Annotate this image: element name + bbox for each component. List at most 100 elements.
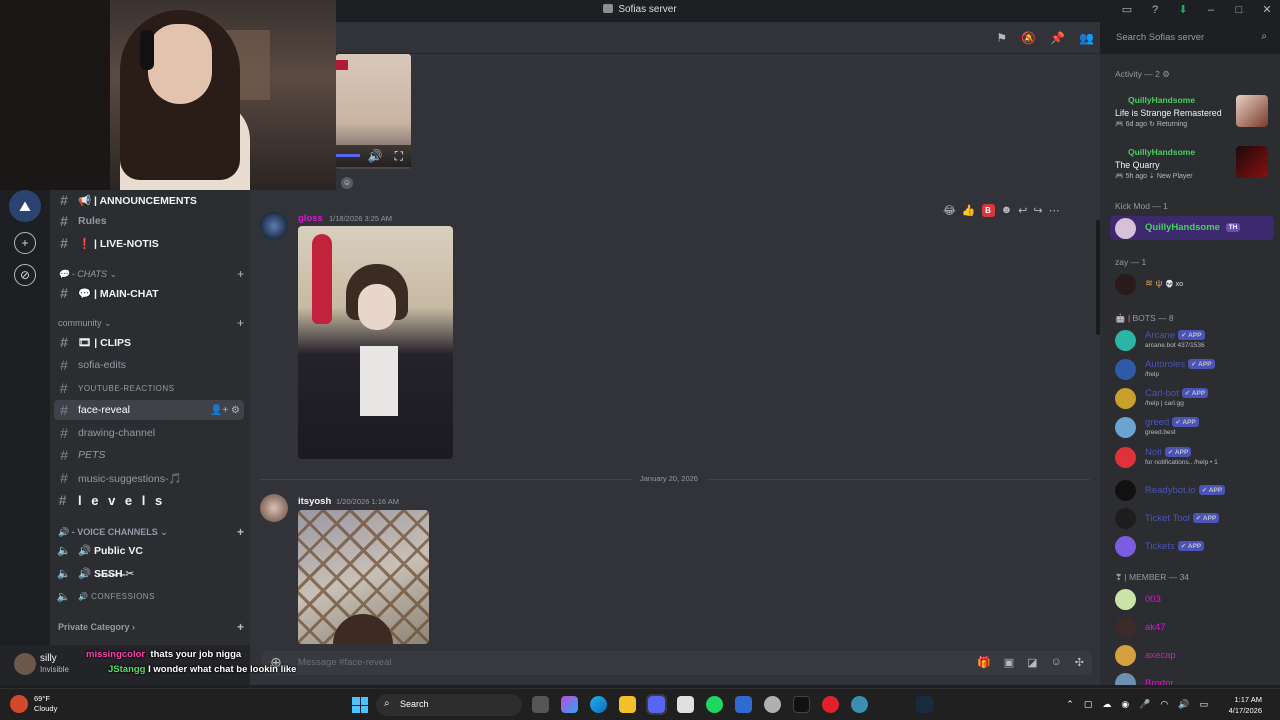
inbox-icon[interactable]: ▭ — [1120, 3, 1134, 17]
add-channel-icon[interactable]: + — [237, 316, 244, 330]
add-reaction-icon[interactable]: ☺ — [341, 177, 353, 189]
more-icon[interactable]: ⋯ — [1049, 204, 1060, 217]
avatar[interactable] — [260, 212, 288, 240]
tiktok-icon[interactable] — [793, 696, 810, 713]
tray-app-icon[interactable]: ◉ — [1121, 699, 1129, 710]
bot-row[interactable]: Tickets ✔ APP — [1115, 535, 1275, 559]
video-progress[interactable] — [336, 154, 360, 157]
activity-user[interactable]: QuillyHandsome — [1128, 95, 1195, 105]
tray-app-icon[interactable]: ☁ — [1102, 699, 1111, 710]
edge-icon[interactable] — [590, 696, 607, 713]
bot-row[interactable]: greed ✔ APP greed.best — [1115, 416, 1275, 440]
category-chats[interactable]: 💬 - CHATS ⌄ + — [58, 267, 244, 281]
category-private[interactable]: Private Category › + — [58, 620, 244, 634]
reaction-thumbs-icon[interactable]: 👍 — [962, 204, 976, 217]
channel-announcements[interactable]: # 📢 | ANNOUNCEMENTS — [54, 190, 244, 210]
threads-icon[interactable]: ⚑ — [996, 31, 1007, 45]
reaction-laugh-icon[interactable]: 😂 — [943, 204, 956, 217]
settings-icon[interactable] — [764, 696, 781, 713]
message-author[interactable]: itsyosh — [298, 496, 331, 507]
clock[interactable]: 1:17 AM 4/17/2026 — [1229, 694, 1262, 716]
message-input[interactable]: ⊕ Message #face-reveal 🎁 ▣ ◪ ☺ ✣ — [262, 651, 1092, 675]
channel-settings-icon[interactable]: 👤+ ⚙ — [210, 405, 240, 416]
add-reaction-icon[interactable]: ☻ — [1001, 204, 1013, 216]
discover-icon[interactable]: ⊘ — [14, 264, 36, 286]
opera-icon[interactable] — [822, 696, 839, 713]
avatar[interactable] — [14, 653, 36, 675]
channel-sofia-edits[interactable]: # sofia-edits — [54, 355, 244, 375]
avatar[interactable] — [260, 494, 288, 522]
category-community[interactable]: community ⌄ + — [58, 316, 244, 330]
reply-icon[interactable]: ↩ — [1018, 204, 1027, 217]
member-row[interactable]: ak47 — [1115, 616, 1275, 640]
member-row[interactable]: 003 — [1115, 588, 1275, 612]
server-icon[interactable]: ⛰ — [9, 190, 41, 222]
bot-row[interactable]: Autoroles ✔ APP/help — [1115, 358, 1275, 382]
add-server-icon[interactable]: + — [14, 232, 36, 254]
reaction-b-icon[interactable]: B — [981, 203, 995, 217]
tray-app-icon[interactable]: ▢ — [1084, 699, 1093, 710]
add-channel-icon[interactable]: + — [237, 267, 244, 281]
mute-icon[interactable]: 🔕 — [1021, 31, 1036, 45]
voice-confessions[interactable]: 🔈 🔊 CONFESSIONS — [54, 586, 244, 606]
members-icon[interactable]: 👥 — [1079, 31, 1094, 45]
bot-row[interactable]: Noti ✔ APP for notifications.. /help • 1 — [1115, 446, 1275, 470]
bot-row[interactable]: Readybot.io ✔ APP — [1115, 479, 1275, 503]
close-button[interactable]: ✕ — [1260, 3, 1274, 17]
store-icon[interactable] — [677, 696, 694, 713]
channel-face-reveal[interactable]: # face-reveal 👤+ ⚙ — [54, 400, 244, 420]
voice-public-vc[interactable]: 🔈 🔊 Public VC — [54, 540, 244, 560]
channel-music-suggestions[interactable]: # music-suggestions-🎵 — [54, 468, 244, 488]
member-row[interactable]: Brodor — [1115, 672, 1275, 685]
mail-icon[interactable] — [735, 696, 752, 713]
member-row[interactable]: axecap — [1115, 644, 1275, 668]
spotify-icon[interactable] — [706, 696, 723, 713]
image-attachment[interactable] — [298, 510, 429, 644]
wifi-icon[interactable]: ◠ — [1160, 699, 1168, 710]
message-author[interactable]: gloss — [298, 213, 323, 224]
copilot-icon[interactable] — [561, 696, 578, 713]
help-icon[interactable]: ? — [1148, 3, 1162, 17]
channel-drawing[interactable]: # drawing-channel — [54, 423, 244, 443]
member-row[interactable]: ≋ ψ 💀 xo — [1115, 273, 1275, 297]
image-attachment[interactable] — [298, 226, 453, 459]
discord-taskbar-icon[interactable] — [646, 694, 667, 715]
voice-sesh[interactable]: 🔈 🔊 S̶E̶S̶H̶ ✂ — [54, 563, 244, 583]
game-thumbnail[interactable] — [1236, 146, 1268, 178]
microphone-icon[interactable]: 🎤 — [1139, 699, 1150, 710]
add-channel-icon[interactable]: + — [237, 525, 244, 539]
channel-live-notis[interactable]: # ❗ | LIVE-NOTIS — [54, 233, 244, 253]
bot-row[interactable]: Ticket Tool ✔ APP — [1115, 507, 1275, 531]
download-icon[interactable]: ⬇ — [1176, 3, 1190, 17]
apps-icon[interactable]: ✣ — [1075, 656, 1084, 669]
minimize-button[interactable]: – — [1204, 3, 1218, 17]
volume-icon[interactable]: 🔊 — [1178, 699, 1189, 710]
weather-widget[interactable]: 69°F Cloudy — [10, 694, 57, 714]
file-explorer-icon[interactable] — [619, 696, 636, 713]
emoji-icon[interactable]: ☺ — [1051, 656, 1062, 669]
video-attachment[interactable]: 🔊 ⛶ — [336, 54, 411, 169]
task-view-icon[interactable] — [532, 696, 549, 713]
steam-icon[interactable] — [916, 696, 933, 713]
channel-clips[interactable]: # 🎞 | CLIPS — [54, 332, 244, 352]
bot-row[interactable]: Carl-bot ✔ APP/help | carl.gg — [1115, 387, 1275, 411]
battery-icon[interactable]: ▭ — [1199, 699, 1208, 710]
add-channel-icon[interactable]: + — [237, 620, 244, 634]
fullscreen-icon[interactable]: ⛶ — [395, 149, 403, 164]
app-icon[interactable] — [851, 696, 868, 713]
channel-rules[interactable]: # Rules — [54, 211, 244, 231]
tray-overflow-icon[interactable]: ⌃ — [1066, 699, 1074, 710]
member-row[interactable]: QuillyHandsome TH — [1115, 217, 1275, 241]
channel-levels[interactable]: # l e v e l s — [54, 490, 244, 510]
volume-icon[interactable]: 🔊 — [368, 149, 383, 163]
game-thumbnail[interactable] — [1236, 95, 1268, 127]
gif-icon[interactable]: ▣ — [1004, 656, 1014, 669]
activity-user[interactable]: QuillyHandsome — [1128, 147, 1195, 157]
bot-row[interactable]: Arcane ✔ APP arcane.bot 437/1536 — [1115, 329, 1275, 353]
channel-youtube-reactions[interactable]: # YOUTUBE-REACTIONS — [54, 378, 244, 398]
gift-icon[interactable]: 🎁 — [977, 656, 991, 669]
channel-main-chat[interactable]: # 💬 | MAIN-CHAT — [54, 283, 244, 303]
start-button[interactable] — [352, 697, 368, 713]
category-voice-channels[interactable]: 🔊 - VOICE CHANNELS ⌄ + — [58, 525, 244, 539]
channel-pets[interactable]: # PETS — [54, 445, 244, 465]
